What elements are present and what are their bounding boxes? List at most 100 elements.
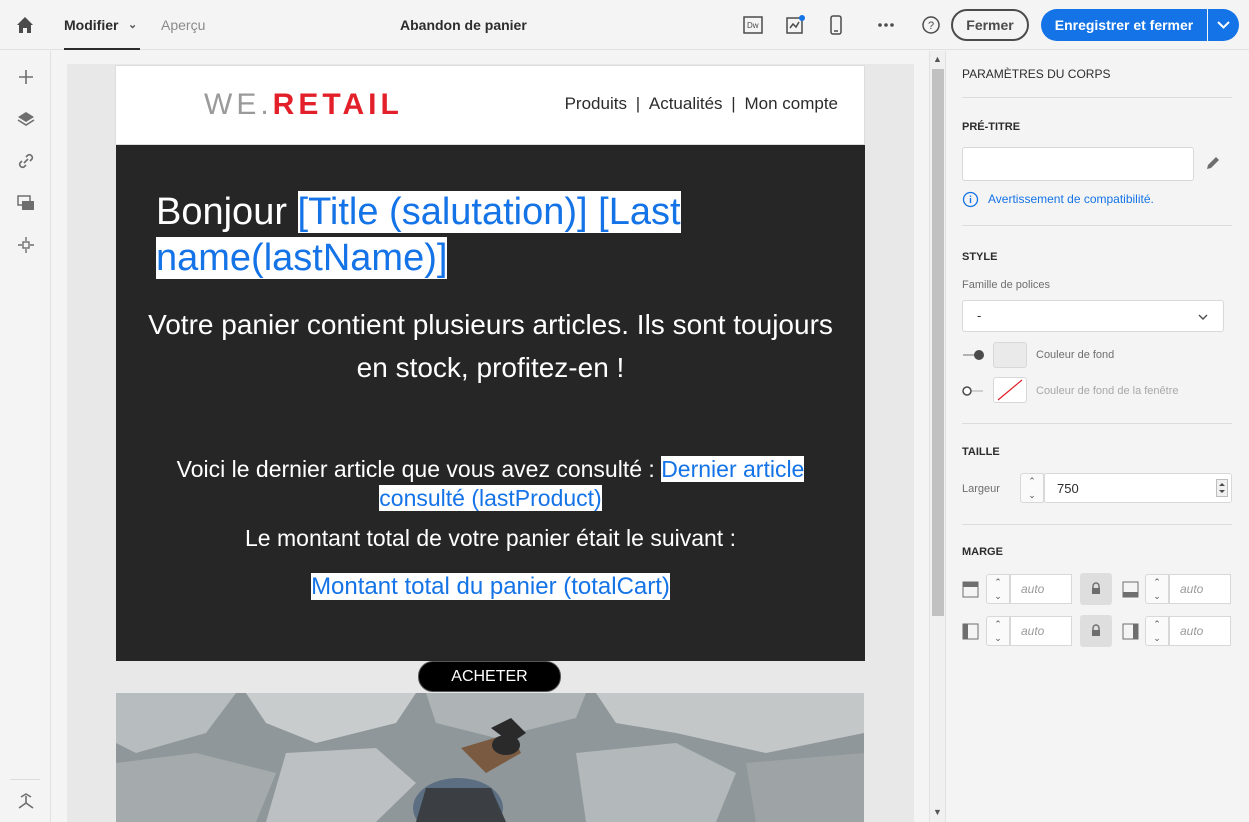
rocks-photo-image xyxy=(116,693,864,822)
test-icon[interactable] xyxy=(783,13,807,37)
link-icon[interactable] xyxy=(15,150,37,172)
margin-left-stepper[interactable]: ⌃ ⌄ xyxy=(986,616,1010,646)
margin-top-placeholder: auto xyxy=(1021,582,1045,596)
help-icon[interactable]: ? xyxy=(919,13,943,37)
save-and-close-button[interactable]: Enregistrer et fermer xyxy=(1041,9,1207,41)
add-icon[interactable] xyxy=(15,66,37,88)
tab-modifier[interactable]: Modifier ⌄ xyxy=(64,0,140,50)
panel-title: PARAMÈTRES DU CORPS xyxy=(962,67,1111,81)
bg-color-label: Couleur de fond xyxy=(1036,349,1115,361)
window-bg-toggle[interactable] xyxy=(961,385,985,397)
we-retail-logo: WE.RETAIL xyxy=(204,88,403,122)
personalization-total-cart[interactable]: Montant total du panier (totalCart) xyxy=(311,573,670,600)
margin-lock-button[interactable] xyxy=(1080,615,1112,647)
logo-we: WE. xyxy=(204,88,273,121)
intro-text[interactable]: Votre panier contient plusieurs articles… xyxy=(136,303,845,389)
last-product-text: Voici le dernier article que vous avez c… xyxy=(176,456,662,482)
last-product-line[interactable]: Voici le dernier article que vous avez c… xyxy=(136,455,845,513)
margin-top-icon xyxy=(962,581,979,598)
width-spinner-icon[interactable] xyxy=(1216,479,1228,497)
tab-modifier-label: Modifier xyxy=(64,17,119,33)
info-icon xyxy=(962,191,979,208)
margin-bottom-input[interactable]: auto xyxy=(1169,574,1231,604)
margin-right-icon xyxy=(1122,623,1139,640)
margin-bottom-stepper[interactable]: ⌃ ⌄ xyxy=(1145,574,1169,604)
edit-icon[interactable] xyxy=(1204,154,1222,172)
nav-separator: | xyxy=(635,94,641,113)
total-cart-value-line[interactable]: Montant total du panier (totalCart) xyxy=(136,572,845,602)
hero-photo[interactable] xyxy=(116,693,864,822)
dreamweaver-icon[interactable]: Dw xyxy=(741,13,765,37)
nav-mon-compte[interactable]: Mon compte xyxy=(744,94,838,113)
scroll-up-arrow[interactable]: ▲ xyxy=(930,51,945,67)
bg-color-swatch[interactable] xyxy=(993,342,1027,368)
panel-divider xyxy=(962,97,1232,98)
margin-heading: MARGE xyxy=(962,546,1003,558)
scroll-thumb[interactable] xyxy=(932,69,944,616)
style-heading: STYLE xyxy=(962,251,998,263)
font-family-value: - xyxy=(977,308,982,323)
pretitle-input[interactable] xyxy=(962,147,1194,181)
buy-button[interactable]: ACHETER xyxy=(418,661,561,692)
margin-top-input[interactable]: auto xyxy=(1010,574,1072,604)
chevron-down-icon xyxy=(1217,21,1230,29)
margin-left-input[interactable]: auto xyxy=(1010,616,1072,646)
tab-apercu[interactable]: Aperçu xyxy=(161,0,205,50)
lock-icon xyxy=(1092,624,1100,636)
greeting-heading[interactable]: Bonjour [Title (salutation)] [Last name(… xyxy=(156,189,756,281)
more-icon[interactable] xyxy=(874,13,898,37)
email-header[interactable]: WE.RETAIL Produits | Actualités | Mon co… xyxy=(115,65,865,145)
margin-right-placeholder: auto xyxy=(1180,624,1204,638)
svg-text:?: ? xyxy=(928,20,934,32)
panel-divider xyxy=(962,225,1232,226)
margin-bottom-placeholder: auto xyxy=(1180,582,1204,596)
total-cart-line[interactable]: Le montant total de votre panier était l… xyxy=(136,523,845,553)
chevron-down-icon[interactable]: ⌄ xyxy=(128,0,137,50)
left-rail xyxy=(0,51,51,822)
width-value: 750 xyxy=(1057,481,1079,496)
pretitle-heading: PRÉ-TITRE xyxy=(962,121,1021,133)
top-bar: Modifier ⌄ Aperçu Abandon de panier Dw ? … xyxy=(0,0,1249,50)
compatibility-warning-link[interactable]: Avertissement de compatibilité. xyxy=(988,192,1154,206)
margin-right-input[interactable]: auto xyxy=(1169,616,1231,646)
nav-produits[interactable]: Produits xyxy=(565,94,627,113)
no-color-icon xyxy=(997,379,1023,401)
hero-block[interactable]: Bonjour [Title (salutation)] [Last name(… xyxy=(116,145,865,661)
rail-divider xyxy=(10,779,40,780)
assets-icon[interactable] xyxy=(15,192,37,214)
dreamweaver-label: Dw xyxy=(747,21,759,30)
margin-left-icon xyxy=(962,623,979,640)
mobile-icon[interactable] xyxy=(824,13,848,37)
width-label: Largeur xyxy=(962,483,1000,495)
window-bg-label: Couleur de fond de la fenêtre xyxy=(1036,385,1179,397)
logo-retail: RETAIL xyxy=(272,88,403,121)
properties-panel: PARAMÈTRES DU CORPS PRÉ-TITRE Avertissem… xyxy=(947,51,1249,822)
chevron-down-icon xyxy=(1198,314,1208,320)
home-icon[interactable] xyxy=(14,14,36,36)
margin-lock-button[interactable] xyxy=(1080,573,1112,605)
margin-left-placeholder: auto xyxy=(1021,624,1045,638)
page-title: Abandon de panier xyxy=(400,17,527,33)
bg-color-toggle[interactable] xyxy=(961,349,985,361)
width-input[interactable]: 750 xyxy=(1044,473,1232,503)
size-heading: TAILLE xyxy=(962,446,1000,458)
lock-icon xyxy=(1092,582,1100,594)
panel-divider xyxy=(962,524,1232,525)
window-bg-swatch[interactable] xyxy=(993,377,1027,403)
layers-icon[interactable] xyxy=(15,108,37,130)
structure-icon[interactable] xyxy=(15,234,37,256)
scroll-down-arrow[interactable]: ▼ xyxy=(930,804,945,820)
nav-actualites[interactable]: Actualités xyxy=(649,94,723,113)
margin-top-stepper[interactable]: ⌃ ⌄ xyxy=(986,574,1010,604)
canvas-scrollbar[interactable]: ▲ ▼ xyxy=(929,51,946,822)
greeting-text: Bonjour xyxy=(156,191,298,233)
margin-right-stepper[interactable]: ⌃ ⌄ xyxy=(1145,616,1169,646)
font-family-label: Famille de polices xyxy=(962,279,1051,291)
panel-divider xyxy=(962,423,1232,424)
font-family-select[interactable]: - xyxy=(962,300,1224,332)
width-stepper[interactable]: ⌃ ⌄ xyxy=(1020,473,1044,503)
save-options-button[interactable] xyxy=(1208,9,1239,41)
close-button[interactable]: Fermer xyxy=(951,9,1029,41)
margin-bottom-icon xyxy=(1122,581,1139,598)
navigation-tree-icon[interactable] xyxy=(15,791,37,813)
